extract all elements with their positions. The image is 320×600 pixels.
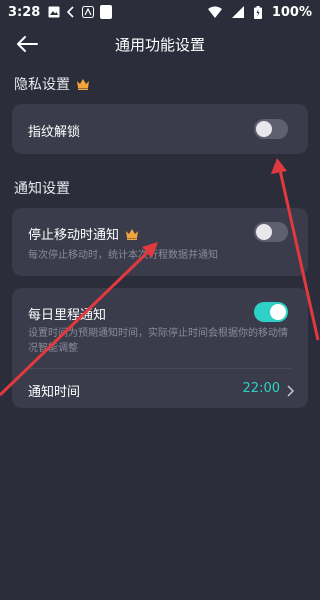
privacy-section-title: 隐私设置	[14, 74, 90, 94]
back-button[interactable]	[14, 32, 40, 56]
chevron-right-icon	[286, 382, 295, 401]
fingerprint-toggle[interactable]	[254, 119, 288, 139]
stop-notify-label: 停止移动时通知	[28, 228, 120, 243]
back-nav-icon	[66, 6, 76, 18]
notify-time-label: 通知时间	[28, 385, 81, 400]
stop-notify-toggle[interactable]	[254, 222, 288, 242]
notify-section-label: 通知设置	[14, 181, 70, 197]
fingerprint-label: 指纹解锁	[28, 125, 81, 140]
battery-percent: 100%	[271, 4, 312, 20]
fingerprint-card: 指纹解锁	[12, 104, 308, 154]
toggle-knob	[256, 224, 272, 240]
signal-icon	[231, 6, 244, 18]
crown-icon	[76, 78, 90, 90]
app-notification-icon-2	[100, 5, 113, 19]
wifi-icon	[207, 6, 222, 18]
toggle-knob	[256, 121, 272, 137]
notify-section-title: 通知设置	[14, 178, 70, 198]
stop-notify-description: 每次停止移动时，统计本次行程数据并通知	[28, 250, 218, 261]
stop-notify-card: 停止移动时通知 每次停止移动时，统计本次行程数据并通知	[12, 208, 308, 276]
notify-time-row[interactable]: 通知时间 22:00	[12, 369, 308, 408]
daily-notify-card: 每日里程通知 设置时间为预期通知时间，实际停止时间会根据你的移动情况智能调整 通…	[12, 288, 308, 408]
daily-notify-toggle[interactable]	[254, 302, 288, 322]
stop-notify-label-row: 停止移动时通知	[28, 224, 139, 243]
status-bar: 3:28 100%	[0, 0, 320, 24]
battery-icon	[253, 5, 262, 19]
daily-notify-description: 设置时间为预期通知时间，实际停止时间会根据你的移动情况智能调整	[28, 328, 288, 354]
gallery-icon	[48, 6, 60, 18]
page-title: 通用功能设置	[114, 35, 205, 54]
privacy-section-label: 隐私设置	[14, 77, 70, 93]
status-time: 3:28	[8, 4, 41, 20]
daily-notify-label: 每日里程通知	[28, 308, 107, 323]
crown-icon	[125, 228, 139, 240]
back-arrow-icon	[17, 36, 38, 52]
toggle-knob	[270, 304, 286, 320]
app-notification-icon	[82, 6, 95, 18]
notify-time-value: 22:00	[242, 381, 280, 396]
title-bar: 通用功能设置	[0, 24, 320, 64]
